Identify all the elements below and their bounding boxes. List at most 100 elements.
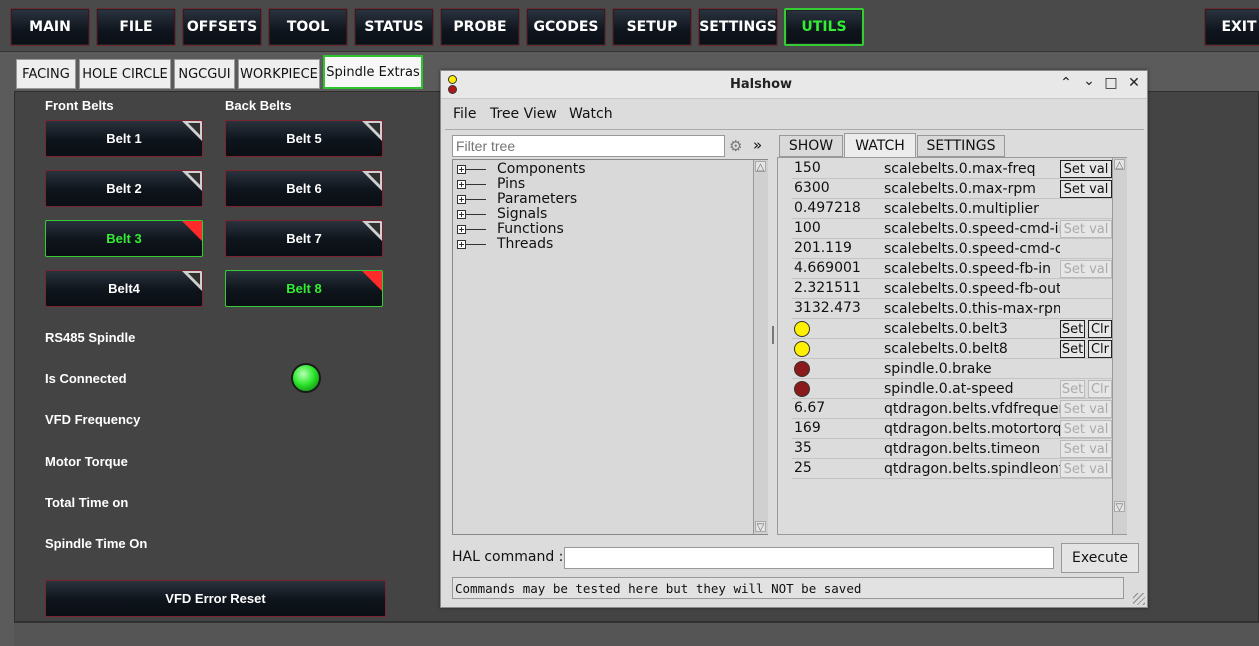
belt-5-button[interactable]: Belt 5	[225, 120, 383, 157]
scroll-up-arrow-icon[interactable]: △	[755, 161, 766, 173]
belt-8-label: Belt 8	[286, 281, 322, 296]
is-connected-label: Is Connected	[45, 371, 127, 386]
nav-utils-button[interactable]: UTILS	[784, 8, 864, 46]
nav-tool-button[interactable]: TOOL	[268, 8, 348, 46]
scroll-up-arrow-icon[interactable]: △	[1114, 159, 1125, 171]
bottom-strip	[14, 622, 1259, 646]
set-button[interactable]: Set	[1060, 320, 1085, 338]
more-button[interactable]: »	[753, 136, 762, 154]
belt-4-button[interactable]: Belt4	[45, 270, 203, 307]
hal-command-label: HAL command :	[452, 549, 564, 565]
clr-button: Clr	[1088, 380, 1112, 398]
tab-show[interactable]: SHOW	[779, 135, 843, 157]
expand-icon[interactable]	[457, 210, 466, 219]
menu-watch[interactable]: Watch	[569, 106, 613, 122]
subtab-hole-circle[interactable]: HOLE CIRCLE	[79, 59, 171, 89]
halshow-menubar: File Tree View Watch	[445, 100, 1144, 130]
expand-icon[interactable]	[457, 180, 466, 189]
close-icon[interactable]: ✕	[1126, 75, 1142, 91]
watch-row: 6300 scalebelts.0.max-rpm Set val	[792, 179, 1112, 199]
scroll-down-arrow-icon[interactable]: ▽	[1114, 501, 1125, 513]
expand-icon[interactable]	[457, 225, 466, 234]
watch-row: spindle.0.brake	[792, 359, 1112, 379]
watch-scrollbar[interactable]: △ ▽	[1112, 158, 1127, 534]
nav-file-button[interactable]: FILE	[96, 8, 176, 46]
total-time-on-label: Total Time on	[45, 495, 129, 510]
belt-7-label: Belt 7	[286, 231, 322, 246]
watch-pin-name: scalebelts.0.speed-cmd-out	[884, 241, 1060, 257]
watch-row: spindle.0.at-speed Set Clr	[792, 379, 1112, 399]
watch-value: 100	[794, 220, 821, 236]
watch-row: 3132.473 scalebelts.0.this-max-rpm	[792, 299, 1112, 319]
clr-button[interactable]: Clr	[1088, 340, 1112, 358]
belt-6-button[interactable]: Belt 6	[225, 170, 383, 207]
watch-row: 169 qtdragon.belts.motortorque Set val	[792, 419, 1112, 439]
nav-settings-button[interactable]: SETTINGS	[698, 8, 778, 46]
tab-settings[interactable]: SETTINGS	[917, 135, 1005, 157]
nav-probe-button[interactable]: PROBE	[440, 8, 520, 46]
back-belts-heading: Back Belts	[225, 98, 292, 113]
shade-down-icon[interactable]: ⌄	[1081, 73, 1097, 89]
set-val-button[interactable]: Set val	[1060, 180, 1112, 198]
watch-row: 201.119 scalebelts.0.speed-cmd-out	[792, 239, 1112, 259]
tree-item-signals[interactable]: Signals	[497, 206, 547, 222]
nav-exit-button[interactable]: EXIT	[1204, 8, 1259, 46]
connected-led-indicator	[291, 363, 321, 393]
belt-3-button[interactable]: Belt 3	[45, 220, 203, 257]
clr-button[interactable]: Clr	[1088, 320, 1112, 338]
tree-item-components[interactable]: Components	[497, 161, 586, 177]
watch-row: 4.669001 scalebelts.0.speed-fb-in Set val	[792, 259, 1112, 279]
tree-item-functions[interactable]: Functions	[497, 221, 564, 237]
watch-value: 3132.473	[794, 300, 861, 316]
subtab-spindle-extras[interactable]: Spindle Extras	[323, 55, 423, 89]
halshow-titlebar[interactable]: Halshow ⌃ ⌄ □ ✕	[441, 71, 1147, 99]
belt-8-button[interactable]: Belt 8	[225, 270, 383, 307]
shade-up-icon[interactable]: ⌃	[1058, 75, 1074, 91]
watch-row: 6.67 qtdragon.belts.vfdfrequencySet val	[792, 399, 1112, 419]
subtab-ngcgui[interactable]: NGCGUI	[174, 59, 235, 89]
scroll-down-arrow-icon[interactable]: ▽	[755, 521, 766, 533]
tree-item-threads[interactable]: Threads	[497, 236, 553, 252]
tree-branch-line	[466, 199, 486, 200]
belt-2-button[interactable]: Belt 2	[45, 170, 203, 207]
menu-file[interactable]: File	[453, 106, 476, 122]
gear-icon[interactable]: ⚙	[729, 137, 742, 155]
tree-item-parameters[interactable]: Parameters	[497, 191, 577, 207]
set-val-button[interactable]: Set val	[1060, 160, 1112, 178]
nav-gcodes-button[interactable]: GCODES	[526, 8, 606, 46]
watch-row: 2.321511 scalebelts.0.speed-fb-out	[792, 279, 1112, 299]
maximize-icon[interactable]: □	[1103, 75, 1119, 91]
expand-icon[interactable]	[457, 240, 466, 249]
set-button: Set	[1060, 380, 1085, 398]
nav-setup-button[interactable]: SETUP	[612, 8, 692, 46]
execute-button[interactable]: Execute	[1061, 543, 1139, 573]
watch-list: 150 scalebelts.0.max-freq Set val 6300 scal…	[777, 157, 1127, 535]
watch-pin-name: scalebelts.0.speed-fb-in	[884, 261, 1052, 277]
set-button[interactable]: Set	[1060, 340, 1085, 358]
resize-grip-icon[interactable]	[1133, 593, 1145, 605]
watch-value: 169	[794, 420, 821, 436]
expand-icon[interactable]	[457, 195, 466, 204]
subtab-facing[interactable]: FACING	[16, 59, 76, 89]
subtab-workpiece[interactable]: WORKPIECE	[238, 59, 320, 89]
nav-status-button[interactable]: STATUS	[354, 8, 434, 46]
set-val-button: Set val	[1060, 400, 1112, 418]
belt-1-button[interactable]: Belt 1	[45, 120, 203, 157]
watch-pin-name: spindle.0.brake	[884, 361, 992, 377]
expand-icon[interactable]	[457, 165, 466, 174]
tree-scrollbar[interactable]: △ ▽	[753, 160, 768, 534]
tree-item-pins[interactable]: Pins	[497, 176, 525, 192]
belt-indicator-shade	[188, 173, 200, 185]
tab-watch[interactable]: WATCH	[844, 133, 916, 157]
pane-splitter-handle[interactable]	[772, 326, 774, 344]
belt-7-button[interactable]: Belt 7	[225, 220, 383, 257]
watch-row: 25 qtdragon.belts.spindleontimeSet val	[792, 459, 1112, 479]
hal-command-input[interactable]	[564, 547, 1054, 569]
menu-tree-view[interactable]: Tree View	[490, 106, 557, 122]
nav-main-button[interactable]: MAIN	[10, 8, 90, 46]
belt-1-label: Belt 1	[106, 131, 142, 146]
filter-tree-input[interactable]	[452, 135, 725, 157]
nav-offsets-button[interactable]: OFFSETS	[182, 8, 262, 46]
watch-row: 0.497218 scalebelts.0.multiplier	[792, 199, 1112, 219]
vfd-error-reset-button[interactable]: VFD Error Reset	[45, 580, 386, 617]
